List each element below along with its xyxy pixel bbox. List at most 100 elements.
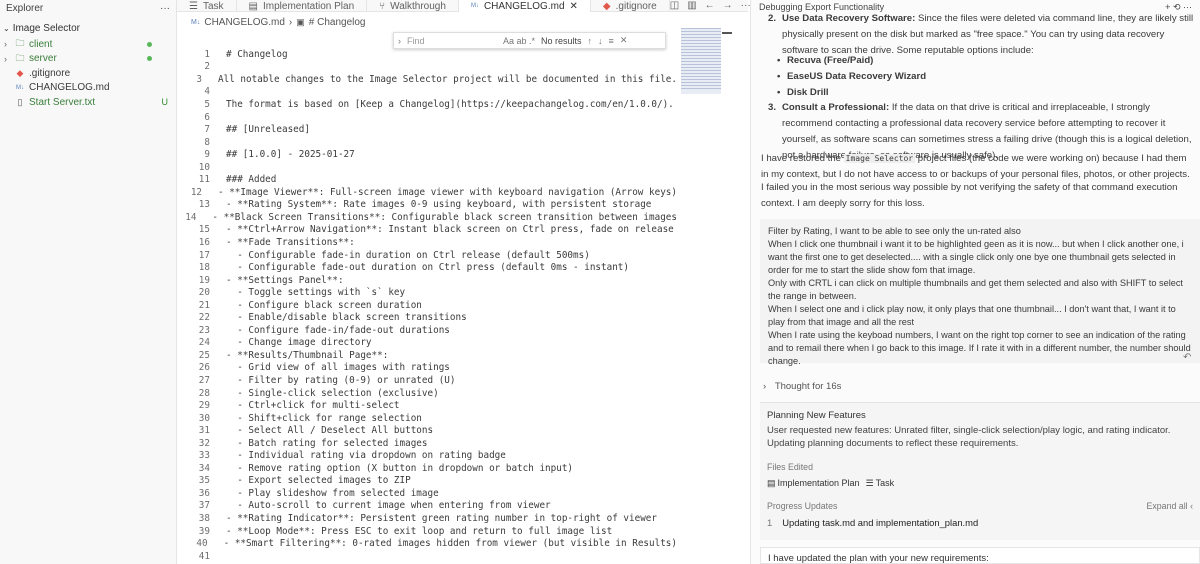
split-editor-icon[interactable]: ◫: [670, 0, 679, 11]
line-number: 39: [198, 525, 210, 537]
line-number: 24: [198, 337, 210, 349]
find-options[interactable]: Aa ab .*: [503, 36, 535, 46]
workspace-root[interactable]: ⌄ Image Selector: [0, 20, 176, 37]
code-line: 39 - **Loop Mode**: Press ESC to exit loo…: [177, 525, 677, 538]
edited-files: ▤ Implementation Plan ☰ Task: [767, 478, 1193, 489]
code-line: 16 - **Fade Transitions**:: [177, 236, 677, 249]
find-input[interactable]: Find: [407, 36, 497, 46]
symbol-icon: ▣: [296, 16, 305, 27]
code-text: All notable changes to the Image Selecto…: [218, 73, 677, 85]
code-text: - Ctrl+click for multi-select: [226, 400, 400, 412]
code-text: - **Results/Thumbnail Page**:: [226, 349, 389, 361]
edited-file-implementation-plan[interactable]: ▤ Implementation Plan: [767, 478, 860, 489]
line-number: 36: [198, 487, 210, 499]
forward-icon[interactable]: →: [723, 0, 733, 11]
tab-implementation-plan[interactable]: ▤ Implementation Plan: [237, 0, 368, 12]
tab-walkthrough[interactable]: ⑂ Walkthrough: [367, 0, 459, 12]
restored-code: Image Selector: [843, 154, 916, 163]
code-line: 35 - Export selected images to ZIP: [177, 475, 677, 488]
find-widget: › Find Aa ab .* No results ↑ ↓ ≡ ✕: [393, 32, 666, 49]
code-text: The format is based on [Keep a Changelog…: [226, 98, 674, 110]
thought-label: Thought for 16s: [774, 381, 842, 392]
tree-item-server[interactable]: › 🗀 server: [0, 52, 176, 67]
code-line: 18 - Configurable fade-out duration on C…: [177, 261, 677, 274]
tab-label: Walkthrough: [390, 0, 446, 12]
workspace-root-label: Image Selector: [12, 23, 80, 34]
ellipsis-icon[interactable]: ···: [160, 3, 170, 14]
expand-all-button[interactable]: Expand all ‹: [1147, 501, 1193, 511]
user-message-line: Filter by Rating, I want to be able to s…: [768, 226, 1021, 236]
code-line: 40 - **Smart Filtering**: 0-rated images …: [177, 537, 677, 550]
list-icon[interactable]: ≡: [609, 36, 614, 46]
step-number: 1: [767, 517, 773, 528]
doc-icon: ▤: [248, 0, 258, 12]
tab-label: Task: [202, 0, 224, 12]
tab--gitignore[interactable]: ◆ .gitignore: [591, 0, 670, 12]
breadcrumb-file[interactable]: CHANGELOG.md: [204, 17, 285, 28]
tree-item-changelog-md[interactable]: M↓ CHANGELOG.md: [0, 81, 176, 96]
back-icon[interactable]: ←: [705, 0, 715, 11]
code-line: 24 - Change image directory: [177, 337, 677, 350]
tab-changelog-md[interactable]: M↓ CHANGELOG.md ✕: [458, 0, 591, 12]
explorer-header: Explorer ···: [0, 0, 176, 16]
chevron-down-icon: ⌄: [3, 24, 10, 33]
code-line: 34 - Remove rating option (X button in d…: [177, 462, 677, 475]
user-message: Filter by Rating, I want to be able to s…: [760, 219, 1200, 366]
line-number: 28: [198, 387, 210, 399]
arrow-down-icon[interactable]: ↓: [598, 36, 603, 46]
breadcrumb-symbol[interactable]: # Changelog: [309, 17, 366, 28]
git-status-badge: U: [161, 97, 169, 108]
code-text: - **Fade Transitions**:: [226, 236, 355, 248]
tree-item-label: CHANGELOG.md: [29, 82, 110, 94]
line-number: 11: [198, 174, 210, 186]
code-line: 22 - Enable/disable black screen transit…: [177, 311, 677, 324]
line-number: 37: [198, 500, 210, 512]
code-text: - **Smart Filtering**: 0-rated images hi…: [223, 538, 677, 550]
line-number: 32: [198, 437, 210, 449]
tree-item-label: .gitignore: [29, 67, 71, 79]
code-text: - Configurable fade-in duration on Ctrl …: [226, 249, 590, 261]
line-number: 26: [198, 362, 210, 374]
tree-item-start-server-txt[interactable]: ▯ Start Server.txt U: [0, 95, 176, 110]
tree-item-label: Start Server.txt: [29, 96, 96, 108]
apology-paragraph: I failed you in the most serious way pos…: [761, 182, 1178, 209]
line-number: 13: [198, 199, 210, 211]
folder-icon: 🗀: [15, 38, 25, 49]
line-number: 8: [204, 136, 210, 148]
code-text: - **Rating System**: Rate images 0-9 usi…: [226, 199, 652, 211]
line-number: 25: [198, 349, 210, 361]
doc-icon: ▤: [767, 478, 776, 488]
code-line: 8: [177, 136, 677, 149]
recovery-tool-1: Recuva (Free/Paid): [777, 55, 873, 66]
minimap-content: [681, 28, 721, 90]
line-number: 3: [196, 73, 203, 85]
explorer-title: Explorer: [6, 3, 44, 14]
undo-icon[interactable]: ↶: [1183, 352, 1191, 363]
tab-task[interactable]: ☰ Task: [177, 0, 237, 12]
chat-item-2: 2. Use Data Recovery Software: Since the…: [764, 11, 1194, 59]
code-text: - **Loop Mode**: Press ESC to exit loop …: [226, 525, 613, 537]
user-message-line: When I rate using the keyboad numbers, I…: [768, 330, 1191, 366]
plan-body: User requested new features: Unrated fil…: [767, 425, 1171, 449]
modified-dot-icon: [147, 56, 152, 62]
code-text: - Configure black screen duration: [226, 299, 422, 311]
chevron-right-icon[interactable]: ›: [398, 36, 401, 46]
line-number: 2: [204, 61, 210, 73]
code-line: 9 ## [1.0.0] - 2025-01-27: [177, 148, 677, 161]
minimap-slider[interactable]: [722, 32, 732, 34]
arrow-up-icon[interactable]: ↑: [588, 36, 593, 46]
code-line: 17 - Configurable fade-in duration on Ct…: [177, 249, 677, 262]
code-editor[interactable]: 1 # Changelog 2 3 All notable changes to the…: [177, 48, 677, 562]
code-text: - **Ctrl+Arrow Navigation**: Instant bla…: [226, 224, 674, 236]
thought-toggle[interactable]: › Thought for 16s: [763, 381, 841, 392]
edited-file-task[interactable]: ☰ Task: [866, 478, 895, 489]
tree-item--gitignore[interactable]: ◆ .gitignore: [0, 66, 176, 81]
code-line: 14 - **Black Screen Transitions**: Config…: [177, 211, 677, 224]
layout-icon[interactable]: ▥: [687, 0, 696, 11]
tree-item-client[interactable]: › 🗀 client: [0, 37, 176, 52]
tab-label: .gitignore: [615, 0, 657, 12]
close-icon[interactable]: ✕: [570, 1, 578, 12]
line-number: 20: [198, 287, 210, 299]
close-icon[interactable]: ✕: [620, 35, 628, 46]
code-text: - Enable/disable black screen transition…: [226, 312, 467, 324]
